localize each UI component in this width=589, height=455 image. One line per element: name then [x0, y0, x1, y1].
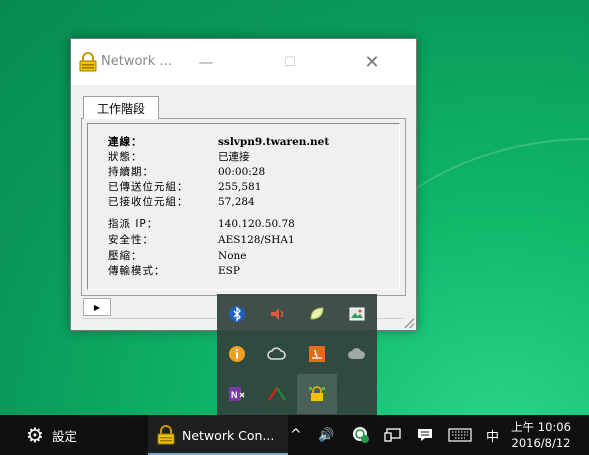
- row-value: 140.120.50.78: [218, 218, 295, 230]
- resize-grip[interactable]: [404, 318, 414, 328]
- tray-overflow-panel: N: [217, 294, 377, 415]
- row-value: None: [218, 250, 247, 262]
- row-compression: 壓縮： None: [108, 248, 247, 263]
- leaf-app-icon[interactable]: [297, 294, 337, 334]
- row-value: 57,284: [218, 196, 255, 208]
- onenote-icon[interactable]: N: [217, 374, 257, 414]
- network-icon[interactable]: [384, 415, 402, 455]
- app-label: Network Con...: [182, 427, 275, 443]
- row-connection: 連線： sslvpn9.twaren.net: [108, 134, 329, 149]
- row-duration: 持續期： 00:00:28: [108, 164, 265, 179]
- maximize-button[interactable]: ☐: [267, 39, 313, 85]
- row-security: 安全性： AES128/SHA1: [108, 232, 295, 247]
- row-bytes-sent: 已傳送位元組： 255,581: [108, 179, 261, 194]
- row-value: ESP: [218, 265, 240, 277]
- bluetooth-icon[interactable]: [217, 294, 257, 334]
- ime-indicator[interactable]: 中: [486, 415, 499, 455]
- row-status: 狀態： 已連接: [108, 149, 250, 164]
- padlock-app-icon: [157, 425, 175, 445]
- creative-cloud-icon[interactable]: [257, 334, 297, 374]
- row-bytes-received: 已接收位元組： 57,284: [108, 194, 255, 209]
- network-connect-window: Network ... — ☐ ✕ 工作階段 連線： sslvpn9.twaren…: [70, 38, 417, 331]
- session-panel: 連線： sslvpn9.twaren.net 狀態： 已連接 持續期： 00:00:2…: [81, 118, 406, 296]
- antivirus-tray-icon[interactable]: [352, 415, 370, 455]
- row-label: 已傳送位元組：: [108, 181, 189, 193]
- antivirus-icon[interactable]: [257, 374, 297, 414]
- network-connect-taskbar-button[interactable]: Network Con...: [148, 415, 288, 455]
- action-center-icon[interactable]: [416, 415, 434, 455]
- svg-text:N: N: [231, 390, 238, 400]
- java-icon[interactable]: [297, 334, 337, 374]
- padlock-app-icon: [79, 52, 97, 72]
- row-value: sslvpn9.twaren.net: [218, 136, 330, 148]
- photo-app-icon[interactable]: [337, 294, 377, 334]
- tab-session[interactable]: 工作階段: [83, 96, 159, 119]
- volume-icon[interactable]: 🔊: [318, 415, 334, 455]
- vpn-lock-icon[interactable]: [297, 374, 337, 414]
- row-label: 傳輸模式：: [108, 265, 166, 277]
- info-icon[interactable]: [217, 334, 257, 374]
- gear-icon: ⚙: [26, 423, 44, 447]
- row-label: 安全性：: [108, 234, 154, 246]
- row-label: 持續期：: [108, 166, 154, 178]
- settings-label: 設定: [51, 428, 77, 444]
- title-bar[interactable]: Network ... — ☐ ✕: [71, 39, 416, 85]
- close-button[interactable]: ✕: [349, 39, 395, 85]
- row-value: AES128/SHA1: [218, 234, 295, 246]
- row-assigned-ip: 指派 IP： 140.120.50.78: [108, 216, 295, 231]
- row-value: 255,581: [218, 181, 262, 193]
- expand-button[interactable]: ▶: [83, 298, 111, 316]
- row-label: 狀態：: [108, 151, 143, 163]
- session-details: 連線： sslvpn9.twaren.net 狀態： 已連接 持續期： 00:00:2…: [87, 123, 400, 290]
- row-value: 00:00:28: [218, 166, 266, 178]
- row-label: 壓縮：: [108, 250, 143, 262]
- speaker-icon[interactable]: [257, 294, 297, 334]
- row-label: 已接收位元組：: [108, 196, 189, 208]
- row-label: 連線：: [108, 136, 143, 148]
- clock-time: 上午 10:06: [511, 420, 571, 434]
- cloud-icon[interactable]: [337, 334, 377, 374]
- taskbar: ⚙ 設定 Network Con... ^ 🔊 中 上午 10:06 2016/…: [0, 415, 589, 455]
- taskbar-clock[interactable]: 上午 10:06 2016/8/12: [508, 419, 574, 451]
- row-value: 已連接: [218, 151, 250, 163]
- row-transport-mode: 傳輸模式： ESP: [108, 263, 240, 278]
- window-title: Network ...: [101, 54, 172, 69]
- tray-chevron-button[interactable]: ^: [290, 415, 302, 455]
- settings-taskbar-button[interactable]: ⚙ 設定: [26, 415, 77, 455]
- row-label: 指派 IP：: [108, 218, 159, 230]
- minimize-button[interactable]: —: [183, 39, 229, 85]
- clock-date: 2016/8/12: [511, 436, 571, 450]
- keyboard-icon[interactable]: [448, 415, 472, 455]
